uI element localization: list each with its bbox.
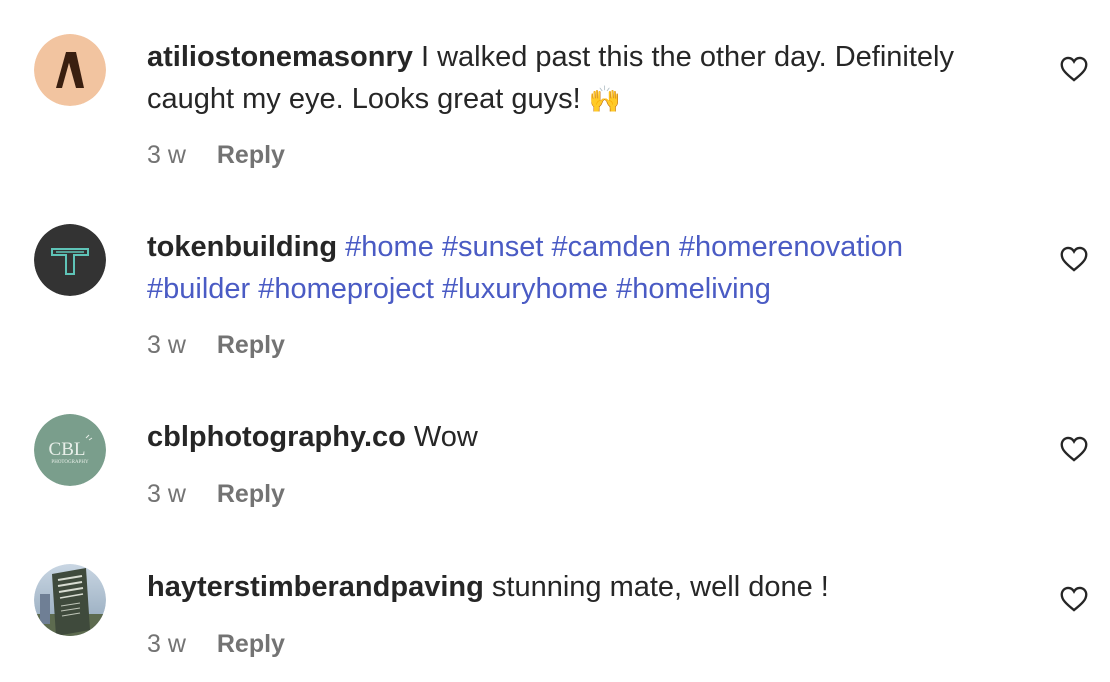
like-button[interactable] — [1060, 586, 1088, 612]
avatar[interactable] — [34, 564, 106, 636]
token-building-logo-icon — [34, 224, 106, 296]
cbl-photography-logo-icon: CBL PHOTOGRAPHY — [34, 414, 106, 486]
username[interactable]: cblphotography.co — [147, 421, 406, 453]
avatar[interactable]: CBL PHOTOGRAPHY — [34, 414, 106, 486]
avatar[interactable] — [34, 34, 106, 106]
reply-button[interactable]: Reply — [217, 630, 285, 658]
avatar-subtext: PHOTOGRAPHY — [51, 460, 89, 465]
heart-outline-icon — [1060, 56, 1088, 82]
hashtag-link[interactable]: #homeliving — [616, 273, 771, 305]
like-button[interactable] — [1060, 56, 1088, 82]
hayters-sign-photo-icon — [34, 564, 106, 636]
reply-button[interactable]: Reply — [217, 480, 285, 508]
like-button[interactable] — [1060, 246, 1088, 272]
heart-outline-icon — [1060, 246, 1088, 272]
heart-outline-icon — [1060, 586, 1088, 612]
hashtag-link[interactable]: #homerenovation — [679, 231, 903, 263]
avatar[interactable] — [34, 224, 106, 296]
timestamp: 3 w — [147, 630, 186, 658]
hashtag-link[interactable]: #homeproject — [258, 273, 434, 305]
hashtag-link[interactable]: #camden — [552, 231, 671, 263]
comment-meta: 3 w Reply — [147, 479, 285, 509]
avatar-monogram: CBL — [49, 439, 86, 460]
hashtag-link[interactable]: #luxuryhome — [442, 273, 608, 305]
reply-button[interactable]: Reply — [217, 331, 285, 359]
hashtag-link[interactable]: #builder — [147, 273, 250, 305]
comment-body-line1: stunning mate, well done ! — [491, 571, 829, 603]
username[interactable]: hayterstimberandpaving — [147, 571, 484, 603]
comment-text: atiliostonemasonry I walked past this th… — [147, 36, 1027, 120]
reply-button[interactable]: Reply — [217, 141, 285, 169]
comment-text: hayterstimberandpaving stunning mate, we… — [147, 566, 1027, 608]
comment-text: tokenbuilding #home #sunset #camden #hom… — [147, 226, 1027, 310]
username[interactable]: atiliostonemasonry — [147, 41, 413, 73]
comment-body-line1: Wow — [413, 421, 478, 453]
comment-text: cblphotography.co Wow — [147, 416, 1027, 458]
comment-meta: 3 w Reply — [147, 330, 285, 360]
comment-body-line2: caught my eye. Looks great guys! — [147, 83, 581, 115]
atilio-logo-icon — [34, 34, 106, 106]
heart-outline-icon — [1060, 436, 1088, 462]
like-button[interactable] — [1060, 436, 1088, 462]
hashtag-link[interactable]: #home — [345, 231, 434, 263]
hashtag-link[interactable]: #sunset — [442, 231, 544, 263]
comment-meta: 3 w Reply — [147, 140, 285, 170]
raised-hands-emoji: 🙌 — [588, 84, 622, 114]
timestamp: 3 w — [147, 141, 186, 169]
timestamp: 3 w — [147, 331, 186, 359]
timestamp: 3 w — [147, 480, 186, 508]
comment-body-line1: I walked past this the other day. Defini… — [420, 41, 954, 73]
comment-meta: 3 w Reply — [147, 629, 285, 659]
username[interactable]: tokenbuilding — [147, 231, 337, 263]
